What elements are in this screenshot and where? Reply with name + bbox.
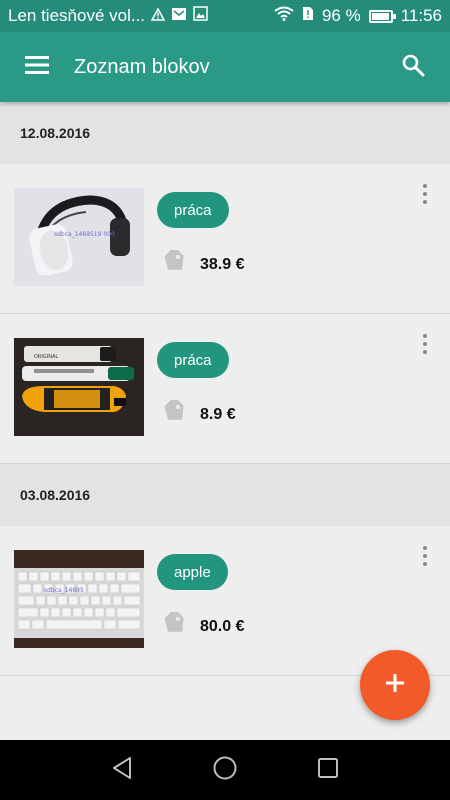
app-bar: Zoznam blokov (0, 32, 450, 102)
mail-icon (171, 6, 187, 26)
tag-badge[interactable]: apple (157, 554, 228, 590)
status-time: 11:56 (400, 6, 442, 25)
item-price: 80.0 € (200, 617, 245, 635)
more-options-icon[interactable] (420, 334, 430, 354)
price-tag-icon (160, 608, 186, 641)
list-item[interactable]: sdbca_1469519 000 práca 38.9 € (0, 164, 450, 314)
menu-button[interactable] (0, 32, 74, 102)
warning-icon (150, 6, 166, 26)
battery-icon (368, 9, 396, 23)
system-nav-bar (0, 740, 450, 800)
item-thumbnail-markers: ORIGINAL (14, 338, 144, 436)
back-icon (111, 756, 133, 785)
list-item[interactable]: ORIGINAL práca 8.9 € (0, 314, 450, 464)
receipt-list: 12.08.2016 sdbca_1469519 000 práca 38.9 … (0, 102, 450, 676)
recents-button[interactable] (308, 750, 348, 790)
home-button[interactable] (205, 750, 245, 790)
item-price: 8.9 € (200, 405, 236, 423)
item-thumbnail-headphones: sdbca_1469519 000 (14, 188, 144, 286)
plus-icon (386, 673, 404, 697)
recents-icon (317, 757, 339, 784)
more-options-icon[interactable] (420, 546, 430, 566)
sim-icon (302, 6, 314, 26)
add-receipt-button[interactable] (360, 650, 430, 720)
price-row: 80.0 € (160, 608, 245, 641)
item-price: 38.9 € (200, 255, 245, 273)
search-icon (401, 53, 425, 82)
status-notification-text: Len tiesňové vol... (8, 6, 146, 25)
back-button[interactable] (102, 750, 142, 790)
item-thumbnail-keyboard: sdbca_14695 (14, 550, 144, 648)
wifi-icon (274, 6, 294, 26)
svg-text:ORIGINAL: ORIGINAL (34, 354, 58, 360)
price-row: 38.9 € (160, 246, 245, 279)
tag-badge[interactable]: práca (157, 192, 229, 228)
status-bar: Len tiesňové vol... 96 % 11:56 (0, 0, 450, 32)
page-title: Zoznam blokov (74, 55, 210, 78)
tag-badge[interactable]: práca (157, 342, 229, 378)
svg-text:sdbca_14695: sdbca_14695 (44, 587, 84, 594)
date-header: 12.08.2016 (0, 102, 450, 164)
battery-percent: 96 % (321, 6, 361, 25)
price-row: 8.9 € (160, 396, 236, 429)
home-icon (213, 756, 237, 785)
svg-text:sdbca_1469519 000: sdbca_1469519 000 (54, 231, 115, 238)
menu-icon (25, 55, 49, 79)
date-header: 03.08.2016 (0, 464, 450, 526)
price-tag-icon (160, 246, 186, 279)
image-icon (193, 6, 208, 26)
search-button[interactable] (376, 32, 450, 102)
more-options-icon[interactable] (420, 184, 430, 204)
price-tag-icon (160, 396, 186, 429)
